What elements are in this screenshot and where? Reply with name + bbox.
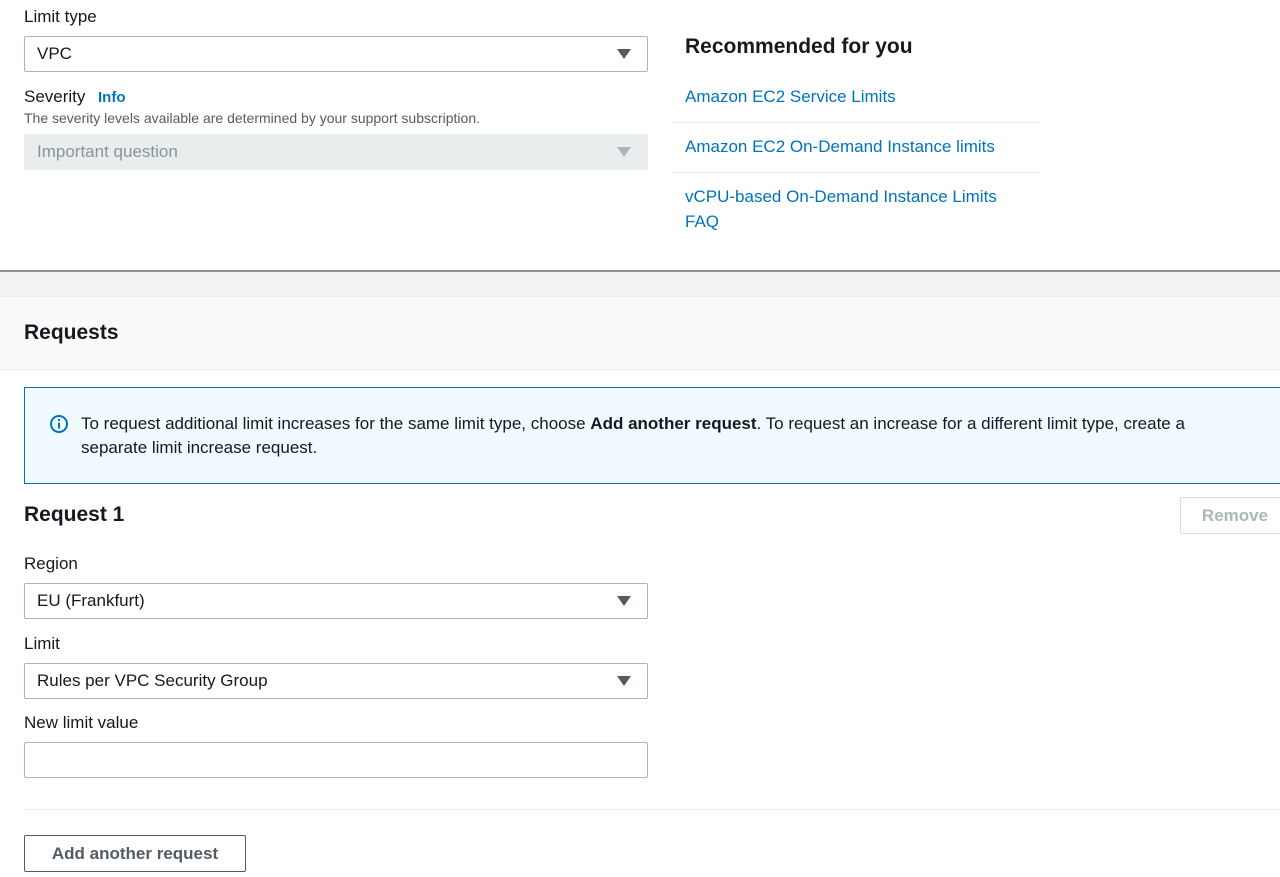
recommended-link-ec2-on-demand-limits[interactable]: Amazon EC2 On-Demand Instance limits <box>685 134 995 159</box>
recommended-divider <box>672 172 1040 173</box>
new-limit-value-input[interactable] <box>24 742 648 778</box>
severity-select: Important question <box>24 134 648 170</box>
section-gap <box>0 272 1280 296</box>
limit-value: Rules per VPC Security Group <box>37 671 268 690</box>
limit-type-value: VPC <box>37 44 72 63</box>
severity-value: Important question <box>37 142 178 161</box>
add-another-request-button[interactable]: Add another request <box>24 835 246 872</box>
caret-down-icon <box>617 49 631 59</box>
limit-type-select[interactable]: VPC <box>24 36 648 72</box>
recommended-title: Recommended for you <box>685 35 913 58</box>
request-divider <box>24 809 1280 810</box>
requests-title: Requests <box>24 321 119 344</box>
requests-header: Requests <box>0 296 1280 370</box>
info-alert: To request additional limit increases fo… <box>24 387 1280 484</box>
region-select[interactable]: EU (Frankfurt) <box>24 583 648 619</box>
limit-label: Limit <box>24 634 60 653</box>
caret-down-icon <box>617 676 631 686</box>
alert-text-bold: Add another request <box>590 414 757 433</box>
limit-select[interactable]: Rules per VPC Security Group <box>24 663 648 699</box>
caret-down-icon <box>617 147 631 157</box>
alert-text-before: To request additional limit increases fo… <box>81 414 591 433</box>
caret-down-icon <box>617 596 631 606</box>
info-icon <box>50 415 68 433</box>
request-title: Request 1 <box>24 503 125 526</box>
severity-label: Severity <box>24 87 86 106</box>
severity-description: The severity levels available are determ… <box>24 110 481 126</box>
limit-type-label: Limit type <box>24 7 97 26</box>
recommended-divider <box>672 122 1040 123</box>
severity-info-link[interactable]: Info <box>98 89 126 106</box>
region-label: Region <box>24 554 78 573</box>
recommended-link-vcpu-faq[interactable]: vCPU-based On-Demand Instance Limits FAQ <box>685 184 1025 234</box>
new-limit-value-label: New limit value <box>24 713 139 732</box>
remove-button[interactable]: Remove <box>1180 497 1280 534</box>
info-alert-text: To request additional limit increases fo… <box>81 412 1231 460</box>
region-value: EU (Frankfurt) <box>37 591 145 610</box>
recommended-link-ec2-service-limits[interactable]: Amazon EC2 Service Limits <box>685 84 896 109</box>
